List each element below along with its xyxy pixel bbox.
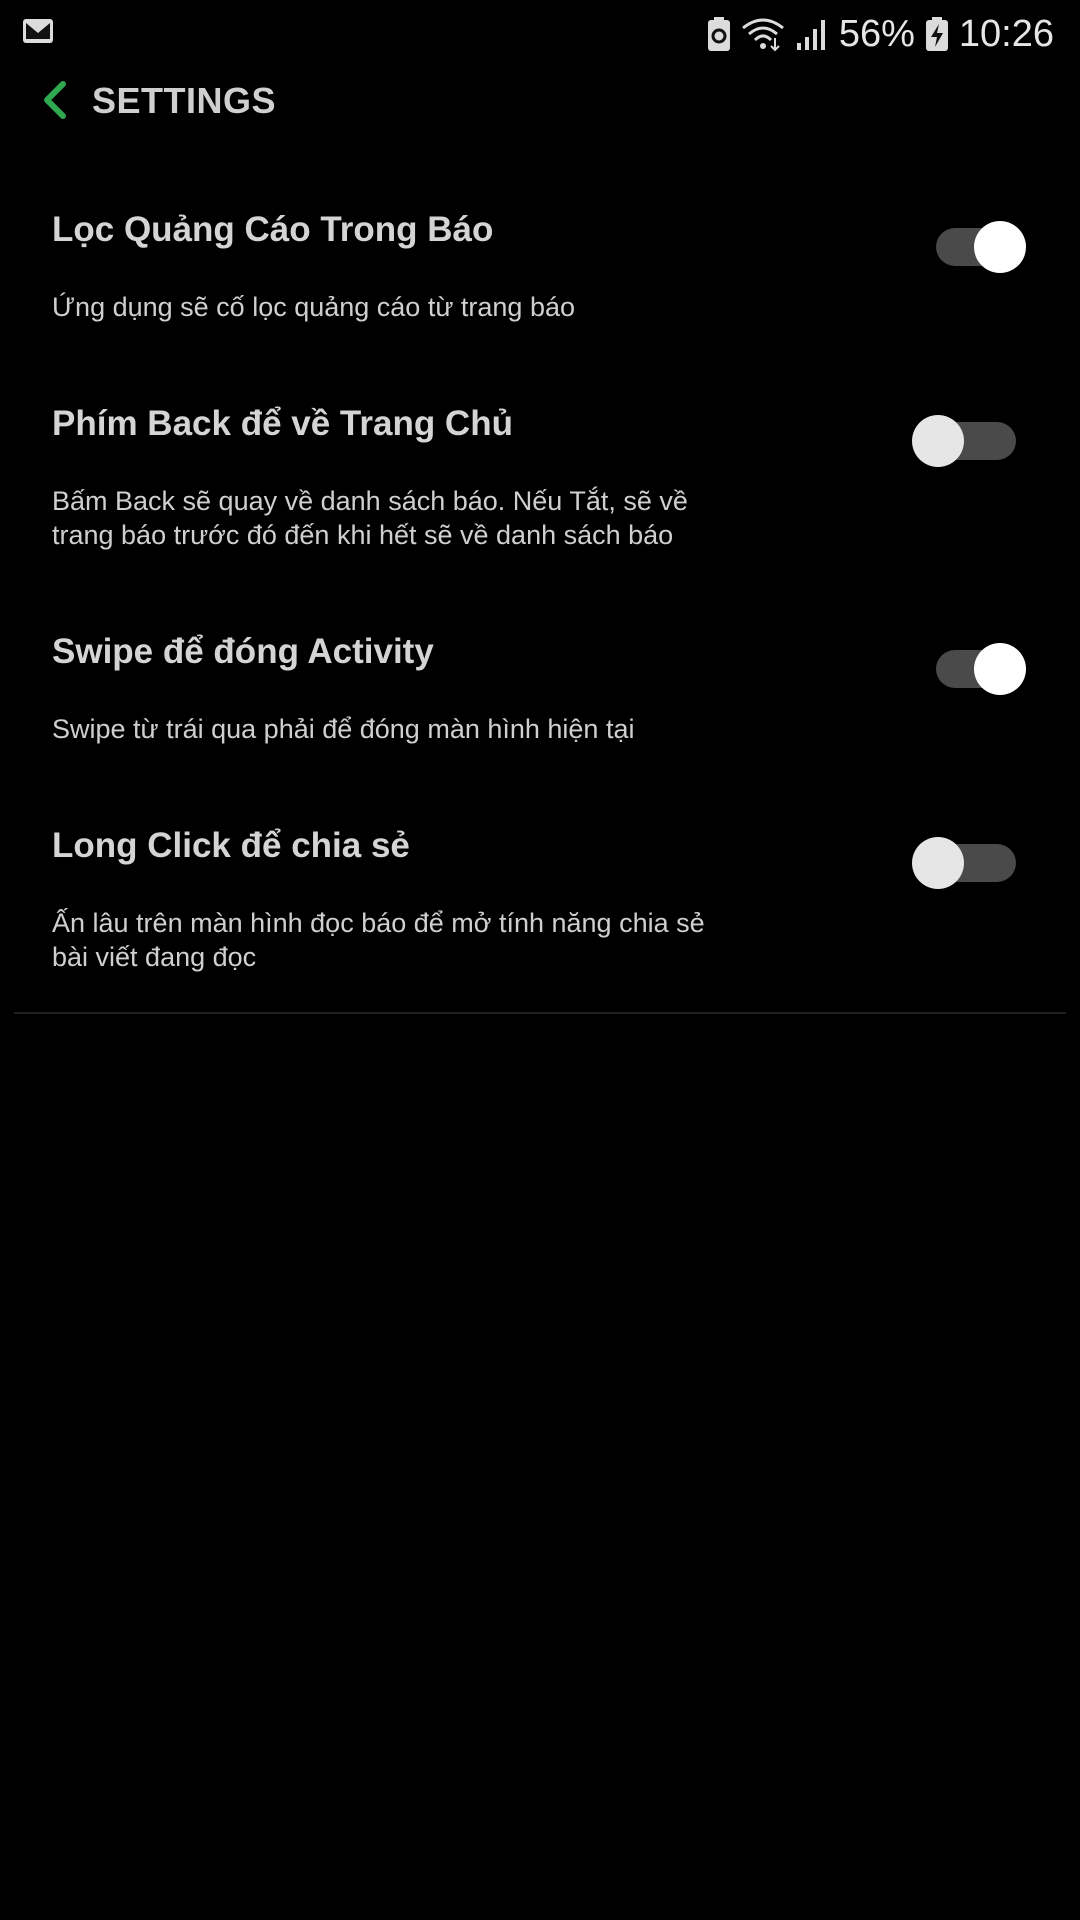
app-bar: SETTINGS <box>0 70 1080 134</box>
wifi-icon <box>741 16 785 52</box>
toggle-thumb <box>974 643 1026 695</box>
setting-description: Ấn lâu trên màn hình đọc báo để mở tính … <box>52 908 705 972</box>
clock: 10:26 <box>958 12 1054 55</box>
system-status-area: 56% 10:26 <box>697 10 1054 58</box>
back-button[interactable] <box>30 78 78 126</box>
setting-back-home[interactable]: Phím Back để về Trang Chủ Bấm Back sẽ qu… <box>0 404 1080 554</box>
setting-title: Swipe để đóng Activity <box>52 632 434 671</box>
setting-title: Long Click để chia sẻ <box>52 826 410 865</box>
long-click-share-toggle[interactable] <box>912 828 1018 889</box>
mail-icon <box>22 19 54 48</box>
setting-title: Lọc Quảng Cáo Trong Báo <box>52 210 494 249</box>
setting-ad-filter[interactable]: Lọc Quảng Cáo Trong Báo Ứng dụng sẽ cố l… <box>0 210 1080 322</box>
battery-saver-icon <box>707 16 731 52</box>
toggle-thumb <box>912 415 964 467</box>
toggle-thumb <box>912 837 964 889</box>
battery-charging-icon <box>925 16 949 52</box>
setting-title: Phím Back để về Trang Chủ <box>52 404 513 443</box>
signal-icon <box>795 17 829 51</box>
setting-long-click-share[interactable]: Long Click để chia sẻ Ấn lâu trên màn hì… <box>0 826 1080 976</box>
toggle-thumb <box>974 221 1026 273</box>
notification-area <box>22 18 54 49</box>
battery-percent: 56% <box>838 12 915 55</box>
setting-swipe-close[interactable]: Swipe để đóng Activity Swipe từ trái qua… <box>0 632 1080 744</box>
ad-filter-toggle[interactable] <box>922 212 1026 273</box>
setting-description: Swipe từ trái qua phải để đóng màn hình … <box>52 714 635 744</box>
setting-description: Ứng dụng sẽ cố lọc quảng cáo từ trang bá… <box>52 292 575 322</box>
back-home-toggle[interactable] <box>912 406 1018 467</box>
status-bar: 56% 10:26 <box>0 0 1080 66</box>
setting-description: Bấm Back sẽ quay về danh sách báo. Nếu T… <box>52 486 688 550</box>
swipe-close-toggle[interactable] <box>922 634 1026 695</box>
page-title: SETTINGS <box>92 80 277 121</box>
chevron-left-icon <box>39 80 69 125</box>
list-divider <box>14 1012 1066 1014</box>
